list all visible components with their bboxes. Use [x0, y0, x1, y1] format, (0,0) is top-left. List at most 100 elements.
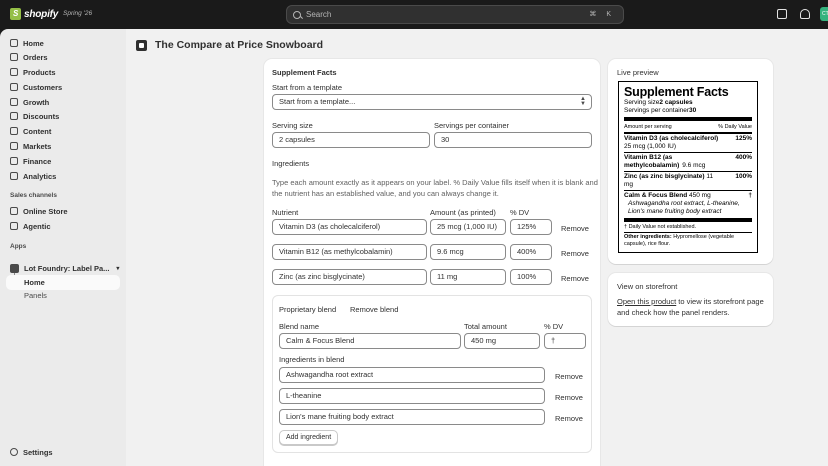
other-ingredients-label: Other ingredients:	[624, 234, 672, 240]
divider	[624, 117, 752, 121]
app-icon	[136, 39, 147, 51]
avatar[interactable]: CT	[820, 7, 828, 21]
divider	[624, 152, 752, 153]
agentic-icon	[10, 222, 18, 230]
sidebar-item-app[interactable]: Lot Foundry: Label Pa... ▾	[6, 261, 120, 275]
storefront-title: View on storefront	[617, 282, 678, 291]
remove-nutrient-button[interactable]: Remove	[561, 249, 589, 258]
serving-size-value: 2 capsules	[659, 99, 693, 106]
top-bar: shopify Spring '26 Search ⌘ K CT	[0, 0, 828, 29]
sales-channels-heading[interactable]: Sales channels	[10, 192, 57, 199]
home-icon	[10, 39, 18, 47]
section-title: Supplement Facts	[272, 68, 337, 77]
nutrient-dv-input[interactable]: 100%	[510, 269, 552, 285]
facts-blend-amount: 450 mg	[689, 192, 711, 199]
blend-ingredient-input[interactable]: Ashwagandha root extract	[279, 367, 545, 383]
storefront-text-2: and check how the panel renders.	[617, 308, 730, 317]
sidebar-subitem-home[interactable]: Home	[6, 275, 120, 290]
sidebar-item-label: Orders	[23, 52, 48, 62]
facts-row-dv: 125%	[735, 135, 752, 142]
blend-ingredient-input[interactable]: L-theanine	[279, 388, 545, 404]
blend-name-input[interactable]: Calm & Focus Blend	[279, 333, 461, 349]
nutrient-name-input[interactable]: Vitamin B12 (as methylcobalamin)	[272, 244, 427, 260]
help-text-line-2: the nutrient has an established value, a…	[272, 189, 499, 198]
other-ingredients-text: capsule), rice flour.	[624, 241, 671, 247]
nutrient-amount-input[interactable]: 25 mcg (1,000 IU)	[430, 219, 506, 235]
blend-dv-input[interactable]: †	[544, 333, 586, 349]
analytics-icon	[10, 172, 18, 180]
live-preview-title: Live preview	[617, 68, 659, 77]
remove-nutrient-button[interactable]: Remove	[561, 274, 589, 283]
sidebar-item-orders[interactable]: Orders	[10, 50, 48, 64]
supplement-facts-card: Supplement Facts Start from a template S…	[264, 59, 600, 466]
ingredients-title: Ingredients	[272, 159, 310, 168]
facts-row-amount: 9.6 mcg	[682, 162, 706, 169]
remove-nutrient-button[interactable]: Remove	[561, 224, 589, 233]
sidebar-item-label: Analytics	[23, 171, 57, 181]
nutrient-amount-input[interactable]: 9.6 mcg	[430, 244, 506, 260]
servings-input[interactable]: 30	[434, 132, 592, 148]
search-bar[interactable]: Search ⌘ K	[286, 5, 624, 24]
nutrient-name-input[interactable]: Zinc (as zinc bisglycinate)	[272, 269, 427, 285]
sidebar-item-products[interactable]: Products	[10, 65, 56, 79]
remove-blend-button[interactable]: Remove blend	[350, 305, 398, 314]
sidebar-item-label: Customers	[23, 82, 63, 92]
facts-row-name: methylcobalamin)	[624, 162, 680, 169]
template-select-value: Start from a template...	[279, 97, 356, 106]
sidebar-item-analytics[interactable]: Analytics	[10, 169, 56, 183]
blend-ingredients-label: Ingredients in blend	[279, 355, 345, 364]
bell-icon[interactable]	[800, 9, 810, 19]
nutrient-dv-input[interactable]: 125%	[510, 219, 552, 235]
shopify-bag-icon	[10, 8, 21, 20]
sidebar-item-customers[interactable]: Customers	[10, 80, 62, 94]
storefront-card: View on storefront Open this product to …	[608, 273, 773, 326]
online-store-icon	[10, 207, 18, 215]
remove-ingredient-button[interactable]: Remove	[555, 393, 583, 402]
sidebar-subitem-panels[interactable]: Panels	[24, 291, 47, 300]
facts-row-dv: 100%	[735, 173, 752, 180]
search-shortcut: ⌘ K	[589, 11, 615, 18]
sidebar-item-markets[interactable]: Markets	[10, 139, 51, 153]
facts-row-amount: 25 mcg (1,000 IU)	[624, 143, 677, 150]
sidebar-item-content[interactable]: Content	[10, 124, 51, 138]
nutrient-name-input[interactable]: Vitamin D3 (as cholecalciferol)	[272, 219, 427, 235]
servings-label: Servings per container	[434, 121, 510, 130]
app-name: Lot Foundry: Label Pa...	[24, 263, 110, 273]
apps-heading[interactable]: Apps	[10, 243, 26, 250]
sidebar-item-online-store[interactable]: Online Store	[10, 204, 68, 218]
supplement-facts-label: Supplement Facts Serving size 2 capsules…	[618, 81, 758, 253]
amount-per-serving-header: Amount per serving	[624, 124, 672, 130]
remove-ingredient-button[interactable]: Remove	[555, 414, 583, 423]
remove-ingredient-button[interactable]: Remove	[555, 372, 583, 381]
blend-total-input[interactable]: 450 mg	[464, 333, 540, 349]
blend-name-label: Blend name	[279, 322, 320, 331]
content-icon	[10, 127, 18, 135]
nutrient-amount-input[interactable]: 11 mg	[430, 269, 506, 285]
sidebar-item-growth[interactable]: Growth	[10, 95, 49, 109]
sidebar-item-agentic[interactable]: Agentic	[10, 219, 51, 233]
shopify-logo[interactable]: shopify	[10, 8, 58, 20]
help-text-line-1: Type each amount exactly as it appears o…	[272, 178, 598, 187]
sidebar: Home Orders Products Customers Growth Di…	[0, 29, 126, 466]
facts-blend-ingredients: Lion's mane fruiting body extract	[628, 208, 722, 215]
open-product-link[interactable]: Open this product	[617, 297, 676, 306]
sidebar-item-label: Products	[23, 67, 56, 77]
sidebar-item-finance[interactable]: Finance	[10, 154, 51, 168]
store-icon[interactable]	[777, 9, 787, 19]
sidebar-item-label: Home	[23, 38, 44, 48]
discounts-icon	[10, 112, 18, 120]
sidebar-item-home[interactable]: Home	[10, 36, 44, 50]
nutrient-column-header: Nutrient	[272, 208, 299, 217]
serving-size-input[interactable]: 2 capsules	[272, 132, 430, 148]
dv-column-header: % DV	[510, 208, 530, 217]
nutrient-dv-input[interactable]: 400%	[510, 244, 552, 260]
add-ingredient-button[interactable]: Add ingredient	[279, 430, 339, 445]
search-icon	[293, 10, 301, 19]
divider	[624, 132, 752, 134]
sidebar-item-discounts[interactable]: Discounts	[10, 109, 59, 123]
facts-row-name: Zinc (as zinc bisglycinate)	[624, 173, 705, 180]
edition-label: Spring '26	[63, 10, 93, 17]
blend-ingredient-input[interactable]: Lion's mane fruiting body extract	[279, 409, 545, 425]
template-select[interactable]: Start from a template... ▲ ▼	[272, 94, 592, 110]
sidebar-item-settings[interactable]: Settings	[10, 445, 53, 459]
